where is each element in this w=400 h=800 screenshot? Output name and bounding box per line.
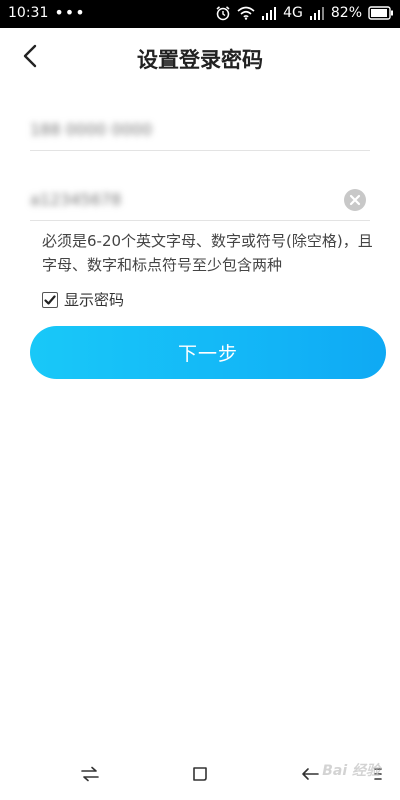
alarm-icon xyxy=(215,5,231,21)
next-button[interactable]: 下一步 xyxy=(30,326,386,379)
password-input[interactable] xyxy=(30,180,330,218)
nav-back-button[interactable] xyxy=(298,764,322,788)
battery-percent: 82% xyxy=(330,5,362,21)
account-input[interactable] xyxy=(30,110,330,148)
switch-apps-button[interactable] xyxy=(78,764,102,788)
account-field xyxy=(30,110,370,151)
arrow-left-icon xyxy=(300,766,320,786)
home-button[interactable] xyxy=(188,764,212,788)
signal-icon-2 xyxy=(309,6,325,20)
battery-icon xyxy=(368,6,394,20)
status-bar: 10:31 ••• 4G 82% xyxy=(0,0,400,28)
show-password-toggle[interactable]: 显示密码 xyxy=(42,289,124,310)
checkmark-icon xyxy=(44,294,56,305)
network-type: 4G xyxy=(283,5,303,21)
show-password-checkbox[interactable] xyxy=(42,291,58,308)
password-hint: 必须是6-20个英文字母、数字或符号(除空格)，且字母、数字和标点符号至少包含两… xyxy=(42,232,373,274)
signal-icon-1 xyxy=(261,6,277,20)
status-right: 4G 82% xyxy=(215,5,394,21)
clear-button[interactable] xyxy=(344,189,366,211)
header: 设置登录密码 xyxy=(0,28,400,88)
status-dots: ••• xyxy=(54,3,86,22)
home-square-icon xyxy=(191,765,209,787)
switch-icon xyxy=(80,766,100,786)
watermark: Bai 经验 xyxy=(322,763,380,779)
status-left: 10:31 ••• xyxy=(8,3,86,22)
status-time: 10:31 xyxy=(8,5,49,21)
wifi-icon xyxy=(237,6,255,20)
show-password-label: 显示密码 xyxy=(64,291,125,309)
page-title: 设置登录密码 xyxy=(137,48,263,72)
clear-icon xyxy=(344,189,366,215)
password-field xyxy=(30,180,370,221)
